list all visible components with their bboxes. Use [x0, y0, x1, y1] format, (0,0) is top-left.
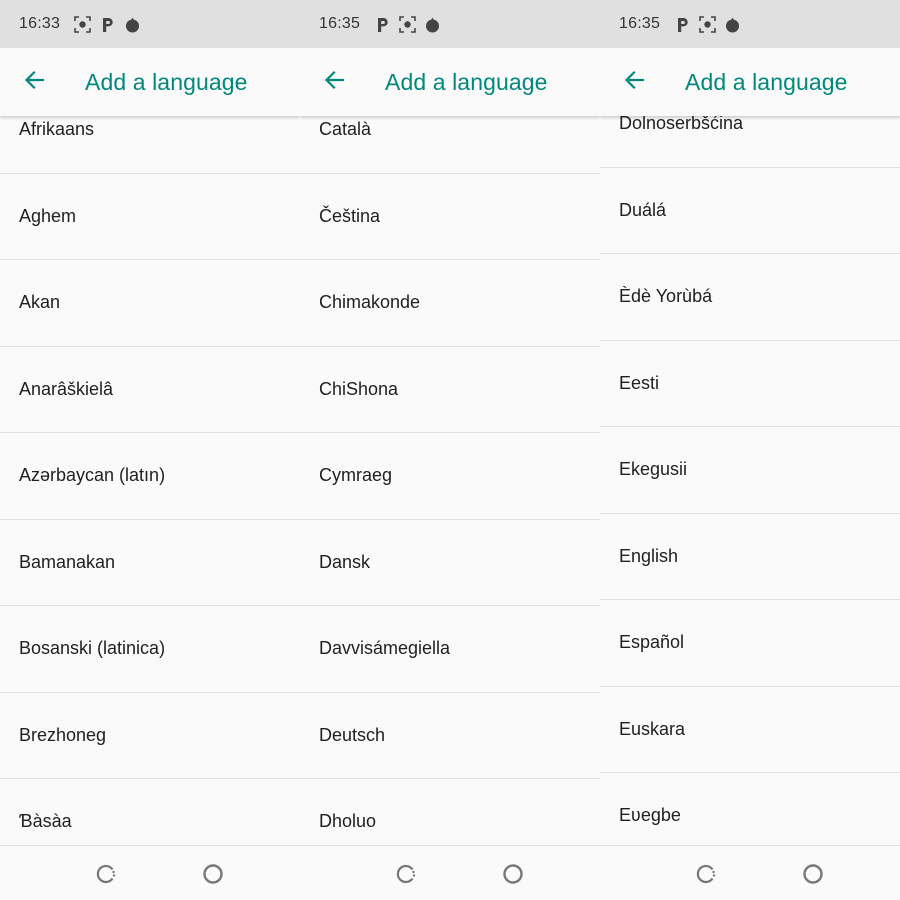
navigation-bar — [300, 845, 600, 900]
screenshot-icon — [699, 15, 716, 33]
list-item[interactable]: Euskara — [600, 687, 900, 773]
list-item[interactable]: Èdè Yorùbá — [600, 254, 900, 341]
list-item[interactable]: Dholuo — [300, 779, 600, 845]
list-item[interactable]: Eʋegbe — [600, 773, 900, 845]
list-item[interactable]: Afrikaans — [0, 116, 300, 174]
list-item[interactable]: Català — [300, 116, 600, 174]
recents-icon[interactable] — [395, 863, 417, 885]
phone-screen-2: 16:35 Add a language Català Čeština Chim… — [300, 0, 600, 900]
list-item[interactable]: Azərbaycan (latın) — [0, 433, 300, 520]
back-button[interactable] — [314, 62, 354, 102]
screenshot-icon — [74, 15, 91, 33]
language-list[interactable]: Afrikaans Aghem Akan Anarâškielâ Azərbay… — [0, 116, 300, 845]
list-item[interactable]: Eesti — [600, 341, 900, 427]
recents-icon[interactable] — [695, 863, 717, 885]
home-icon[interactable] — [802, 863, 824, 885]
status-bar: 16:33 — [0, 0, 300, 48]
p-app-icon — [674, 16, 691, 33]
fire-app-icon — [424, 16, 441, 33]
list-item[interactable]: Chimakonde — [300, 260, 600, 347]
status-time: 16:35 — [619, 15, 661, 32]
list-item[interactable]: Duálá — [600, 168, 900, 254]
status-icons — [674, 15, 741, 33]
arrow-back-icon — [323, 69, 345, 96]
page-title: Add a language — [85, 68, 248, 95]
list-item[interactable]: Brezhoneg — [0, 693, 300, 779]
list-item[interactable]: Davvisámegiella — [300, 606, 600, 693]
list-item[interactable]: English — [600, 514, 900, 600]
list-item[interactable]: Akan — [0, 260, 300, 347]
phone-screen-3: 16:35 Add a language Dolnoserbšćina Duál… — [600, 0, 900, 900]
app-bar: Add a language — [300, 48, 600, 116]
arrow-back-icon — [623, 69, 645, 96]
home-icon[interactable] — [202, 863, 224, 885]
status-icons — [374, 15, 441, 33]
list-item[interactable]: ChiShona — [300, 347, 600, 433]
p-app-icon — [374, 16, 391, 33]
status-bar: 16:35 — [300, 0, 600, 48]
screens-container: 16:33 Add a language Afrikaans Aghem Aka… — [0, 0, 900, 900]
status-time: 16:35 — [319, 15, 361, 32]
phone-screen-1: 16:33 Add a language Afrikaans Aghem Aka… — [0, 0, 300, 900]
list-item[interactable]: Čeština — [300, 174, 600, 260]
list-item[interactable]: Aghem — [0, 174, 300, 260]
fire-app-icon — [724, 16, 741, 33]
recents-icon[interactable] — [95, 863, 117, 885]
list-item[interactable]: Anarâškielâ — [0, 347, 300, 433]
status-icons — [74, 15, 141, 33]
list-item[interactable]: Dolnoserbšćina — [600, 116, 900, 168]
list-item[interactable]: Bosanski (latinica) — [0, 606, 300, 693]
status-time: 16:33 — [19, 15, 61, 32]
app-bar: Add a language — [0, 48, 300, 116]
back-button[interactable] — [14, 62, 54, 102]
language-list[interactable]: Dolnoserbšćina Duálá Èdè Yorùbá Eesti Ek… — [600, 116, 900, 845]
arrow-back-icon — [23, 69, 45, 96]
list-item[interactable]: Dansk — [300, 520, 600, 606]
list-item[interactable]: Ekegusii — [600, 427, 900, 514]
navigation-bar — [0, 845, 300, 900]
list-item[interactable]: Cymraeg — [300, 433, 600, 520]
language-list[interactable]: Català Čeština Chimakonde ChiShona Cymra… — [300, 116, 600, 845]
home-icon[interactable] — [502, 863, 524, 885]
p-app-icon — [99, 16, 116, 33]
status-bar: 16:35 — [600, 0, 900, 48]
fire-app-icon — [124, 16, 141, 33]
app-bar: Add a language — [600, 48, 900, 116]
navigation-bar — [600, 845, 900, 900]
list-item[interactable]: Bamanakan — [0, 520, 300, 606]
screenshot-icon — [399, 15, 416, 33]
list-item[interactable]: Ɓàsàa — [0, 779, 300, 845]
list-item[interactable]: Español — [600, 600, 900, 687]
page-title: Add a language — [385, 68, 548, 95]
page-title: Add a language — [685, 68, 848, 95]
back-button[interactable] — [614, 62, 654, 102]
list-item[interactable]: Deutsch — [300, 693, 600, 779]
